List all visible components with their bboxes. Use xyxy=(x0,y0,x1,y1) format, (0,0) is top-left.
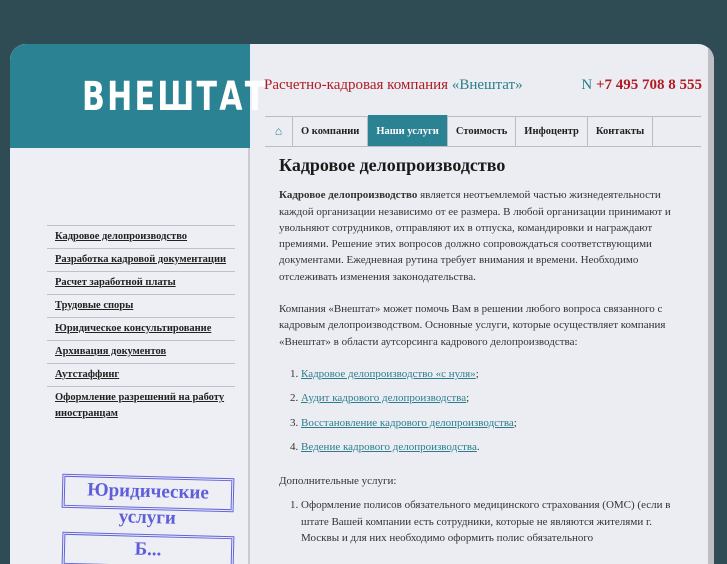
brand-name: «Внештат» xyxy=(451,77,523,93)
intro-paragraph: Кадровое делопроизводство является неотъ… xyxy=(279,187,674,285)
services-paragraph: Компания «Внештат» может помочь Вам в ре… xyxy=(279,303,666,348)
tab-about[interactable]: О компании xyxy=(293,117,369,146)
intro-text: является неотъемлемой частью жизнедеятел… xyxy=(279,189,671,283)
list-item: Оформление полисов обязательного медицин… xyxy=(301,497,674,546)
page-edge xyxy=(708,44,714,564)
tagline-text: Расчетно-кадровая компания xyxy=(264,77,449,93)
punct: ; xyxy=(466,392,470,405)
punct: ; xyxy=(475,367,479,380)
right-page: Расчетно-кадровая компания «Внештат» N +… xyxy=(252,44,714,564)
sidebar-item-labor-disputes[interactable]: Трудовые споры xyxy=(47,295,235,318)
logo-block: ВНЕШТАТ xyxy=(10,44,265,148)
link-from-scratch[interactable]: Кадровое делопроизводство «с нуля» xyxy=(301,368,476,380)
tab-services[interactable]: Наши услуги xyxy=(368,115,448,146)
sidebar-menu: Кадровое делопроизводство Разработка кад… xyxy=(47,225,235,427)
sidebar-item-archiving[interactable]: Архивация документов xyxy=(47,341,235,364)
list-item: Кадровое делопроизводство «с нуля»; xyxy=(301,366,674,382)
services-list: Кадровое делопроизводство «с нуля»; Ауди… xyxy=(301,366,674,455)
left-page: ВНЕШТАТ Кадровое делопроизводство Разраб… xyxy=(10,44,265,564)
second-stamp[interactable]: Б... xyxy=(61,531,235,564)
company-tagline: Расчетно-кадровая компания «Внештат» xyxy=(264,77,523,94)
sidebar-item-outstaffing[interactable]: Аутстаффинг xyxy=(47,364,235,387)
main-content: Кадровое делопроизводство Кадровое делоп… xyxy=(279,155,674,564)
page-book: ВНЕШТАТ Кадровое делопроизводство Разраб… xyxy=(10,44,714,564)
sidebar-item-hr-records[interactable]: Кадровое делопроизводство xyxy=(47,226,235,249)
link-audit[interactable]: Аудит кадрового делопроизводства xyxy=(301,392,466,404)
tab-pricing[interactable]: Стоимость xyxy=(448,117,517,146)
punct: . xyxy=(476,440,480,453)
intro-bold: Кадровое делопроизводство xyxy=(279,189,418,202)
logo[interactable]: ВНЕШТАТ xyxy=(82,74,267,120)
phone-number: +7 495 708 8 555 xyxy=(595,77,702,93)
sidebar-item-work-permits[interactable]: Оформление разрешений на работу иностран… xyxy=(47,387,235,427)
link-restoration[interactable]: Восстановление кадрового делопроизводств… xyxy=(301,417,514,429)
sidebar-item-hr-docs[interactable]: Разработка кадровой документации xyxy=(47,249,235,272)
list-item: Восстановление кадрового делопроизводств… xyxy=(301,415,674,431)
home-icon[interactable]: ⌂ xyxy=(265,117,293,146)
link-maintenance[interactable]: Ведение кадрового делопроизводства xyxy=(301,441,477,453)
phone-prefix: N xyxy=(581,77,593,93)
sidebar-item-legal[interactable]: Юридическое консультирование xyxy=(47,318,235,341)
legal-services-stamp[interactable]: Юридические услуги xyxy=(61,473,235,529)
main-nav: ⌂ О компании Наши услуги Стоимость Инфоц… xyxy=(265,115,701,147)
phone: N +7 495 708 8 555 xyxy=(581,77,702,94)
tab-contacts[interactable]: Контакты xyxy=(588,117,654,146)
list-item: Ведение кадрового делопроизводства. xyxy=(301,439,674,455)
extra-services-list: Оформление полисов обязательного медицин… xyxy=(301,497,674,546)
sidebar-item-payroll[interactable]: Расчет заработной платы xyxy=(47,272,235,295)
page-title: Кадровое делопроизводство xyxy=(279,155,506,175)
extra-services-title: Дополнительные услуги: xyxy=(279,475,397,488)
punct: ; xyxy=(513,416,517,429)
tab-infocenter[interactable]: Инфоцентр xyxy=(516,117,588,146)
list-item: Аудит кадрового делопроизводства; xyxy=(301,390,674,406)
